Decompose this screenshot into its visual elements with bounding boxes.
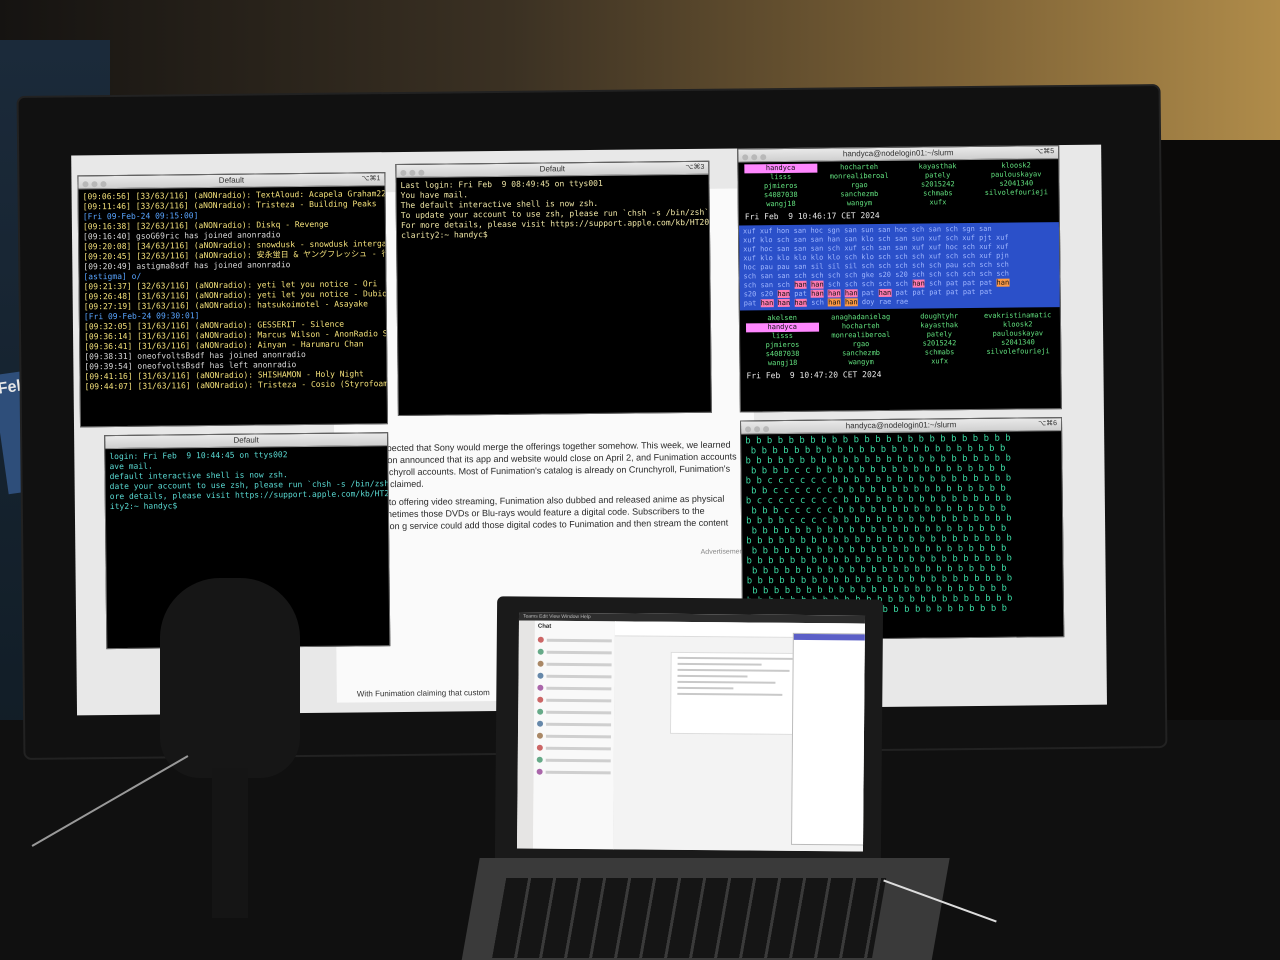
window-controls[interactable] xyxy=(82,179,109,191)
article-paragraph-1: was suspected that Sony would merge the … xyxy=(354,439,737,490)
window-title: Default xyxy=(233,435,259,445)
chat-list-title: Chat xyxy=(537,623,552,630)
irc-log: [09:06:56] [33/63/116] (aNONradio): Text… xyxy=(79,186,389,395)
timestamp-1: Fri Feb 9 10:46:17 CET 2024 xyxy=(744,210,880,222)
timestamp-2: Fri Feb 9 10:47:20 CET 2024 xyxy=(746,369,882,381)
chat-list-item[interactable] xyxy=(536,743,611,754)
window-controls[interactable] xyxy=(745,424,772,436)
chat-list-item[interactable] xyxy=(536,731,611,742)
article-paragraph-2: addition to offering video streaming, Fu… xyxy=(355,493,729,544)
user-name: xufx xyxy=(929,198,947,207)
laptop-screen: Teams Edit View Window Help Chat xyxy=(516,612,866,852)
user-name: wangym xyxy=(848,358,874,367)
window-shortcut: ⌥⌘5 xyxy=(1035,148,1055,156)
photo-scene: Felix was suspected that Sony would merg… xyxy=(0,0,1280,960)
user-grid-bottom: akelsen anaghadanielag doughtyhr evakristin… xyxy=(740,309,1061,370)
window-controls[interactable] xyxy=(742,152,769,164)
user-name xyxy=(982,356,1055,366)
microphone xyxy=(150,578,310,918)
window-shortcut: ⌥⌘6 xyxy=(1038,420,1058,428)
laptop-keyboard xyxy=(460,858,950,960)
terminal-slurm-top[interactable]: handyca@nodelogin01:~/slurm ⌥⌘5 handyca h… xyxy=(737,145,1062,413)
chat-list-item[interactable] xyxy=(537,671,612,682)
user-name: wangym xyxy=(846,199,873,208)
terminal-line: ity2:~ handyc$ xyxy=(109,501,183,512)
window-title: handyca@nodelogin01:~/slurm xyxy=(842,148,954,159)
terminal-line: [09:44:07] [31/63/116] (aNONradio): Tris… xyxy=(84,378,389,392)
window-title: Default xyxy=(539,164,566,174)
user-grid-top: handyca hocharteh kayasthak kloosk2 lisss mon… xyxy=(738,159,1058,211)
advertisement-label: Advertisement xyxy=(700,548,746,556)
microphone-stand xyxy=(212,768,248,918)
chat-list-item[interactable] xyxy=(537,707,612,718)
window-shortcut: ⌥⌘1 xyxy=(361,175,381,183)
node-allocation-block: xuf xuf hon san hoc sgn san sun san hoc … xyxy=(738,222,1060,311)
window-title: Default xyxy=(218,175,245,185)
chat-list-item[interactable] xyxy=(537,659,612,670)
microphone-head xyxy=(160,578,300,778)
chat-list-item[interactable] xyxy=(537,647,612,658)
terminal-center[interactable]: Default ⌥⌘3 Last login: Fri Feb 9 08:49:… xyxy=(395,160,712,417)
terminal-output: Last login: Fri Feb 9 08:49:45 on ttys00… xyxy=(396,175,711,244)
side-panel[interactable] xyxy=(791,632,866,846)
laptop: Teams Edit View Window Help Chat xyxy=(494,596,884,868)
window-title: handyca@nodelogin01:~/slurm xyxy=(845,420,957,431)
article-footer: With Funimation claiming that custom xyxy=(356,688,490,699)
window-shortcut: ⌥⌘3 xyxy=(685,163,705,172)
chat-list[interactable]: Chat xyxy=(532,620,616,850)
user-name: wangj18 xyxy=(767,358,798,368)
chat-list-item[interactable] xyxy=(537,695,612,706)
chat-list-item[interactable] xyxy=(537,683,612,694)
terminal-output: login: Fri Feb 9 10:44:45 on ttys002 ave … xyxy=(105,446,390,515)
user-name: xufx xyxy=(931,357,949,366)
chat-list-item[interactable] xyxy=(537,635,612,646)
teams-rail[interactable] xyxy=(516,620,535,849)
chat-list-item[interactable] xyxy=(536,767,611,778)
window-controls[interactable] xyxy=(400,168,427,180)
terminal-line: clarity2:~ handyc$ xyxy=(400,230,493,240)
character-rain: b b b b b b b b b b b b b b b b b b b b … xyxy=(745,433,1013,617)
chat-list-item[interactable] xyxy=(536,755,611,766)
user-name xyxy=(980,197,1053,207)
chat-conversation[interactable] xyxy=(612,621,866,852)
chat-list-item[interactable] xyxy=(537,719,612,730)
terminal-irc[interactable]: Default ⌥⌘1 [09:06:56] [33/63/116] (aNON… xyxy=(77,172,389,428)
user-name: wangj18 xyxy=(766,199,796,209)
